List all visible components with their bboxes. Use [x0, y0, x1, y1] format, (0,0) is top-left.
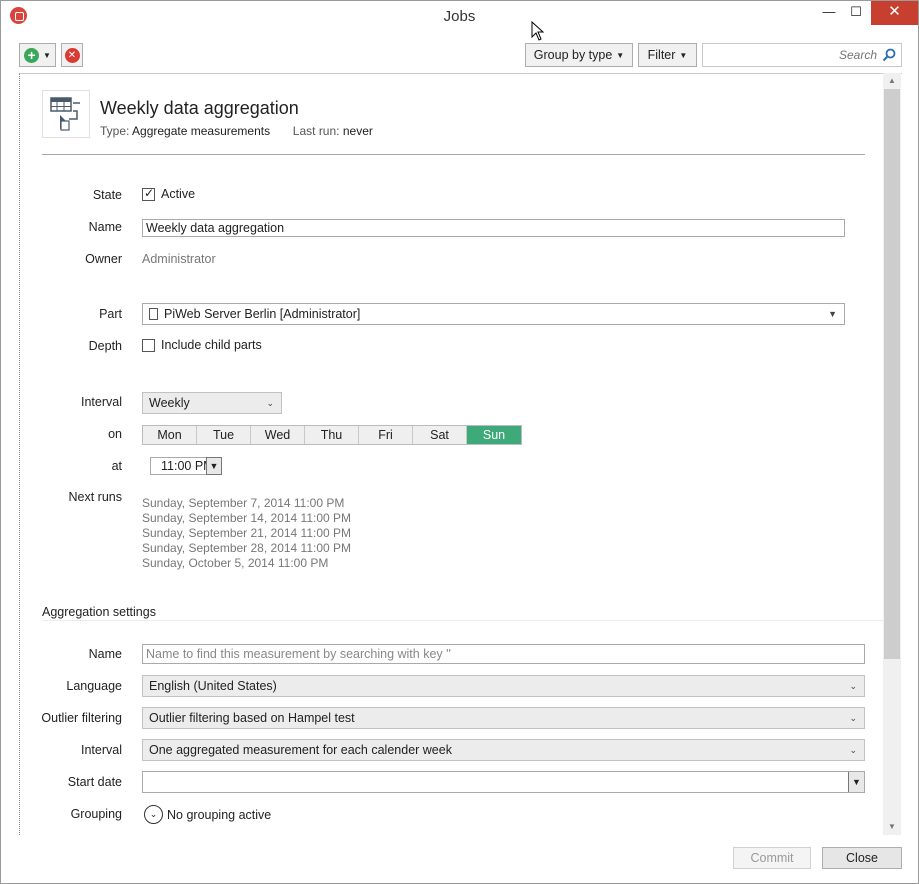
aggregation-interval-label: Interval	[81, 743, 122, 757]
next-run-item: Sunday, September 14, 2014 11:00 PM	[142, 511, 352, 525]
add-job-button[interactable]: + ▼	[19, 43, 56, 67]
day-button-wed[interactable]: Wed	[251, 426, 305, 444]
day-button-fri[interactable]: Fri	[359, 426, 413, 444]
state-label: State	[92, 188, 122, 202]
aggregation-interval-dropdown[interactable]: One aggregated measurement for each cale…	[142, 739, 865, 761]
job-meta: Type: Aggregate measurements Last run: n…	[100, 124, 373, 138]
toolbar: + ▼ ✕ Group by type ▼ Filter ▼	[1, 39, 918, 73]
mouse-cursor-icon	[531, 21, 545, 41]
close-button[interactable]: Close	[822, 847, 902, 869]
scroll-down-icon[interactable]: ▼	[883, 819, 901, 835]
chevron-down-icon: ▼	[616, 50, 625, 60]
outlier-filtering-label: Outlier filtering	[41, 711, 122, 725]
maximize-button[interactable]: ☐	[841, 1, 871, 25]
next-runs-list: Sunday, September 7, 2014 11:00 PM Sunda…	[142, 496, 351, 571]
next-run-item: Sunday, September 7, 2014 11:00 PM	[142, 496, 345, 510]
plus-icon: +	[24, 47, 40, 63]
group-by-label: Group by type	[533, 48, 613, 62]
grouping-label: Grouping	[70, 807, 122, 821]
aggregate-job-icon	[42, 90, 90, 138]
minimize-button[interactable]: —	[814, 1, 844, 25]
language-dropdown[interactable]: English (United States) ⌄	[142, 675, 865, 697]
next-run-item: Sunday, September 21, 2014 11:00 PM	[142, 526, 352, 540]
chevron-down-icon: ⌄	[849, 681, 857, 691]
day-button-mon[interactable]: Mon	[143, 426, 197, 444]
grouping-value: No grouping active	[167, 808, 272, 822]
dialog-footer: Commit Close	[1, 835, 918, 883]
chevron-down-icon: ⌄	[849, 745, 857, 755]
job-name-input[interactable]: Weekly data aggregation	[142, 219, 845, 237]
group-by-type-button[interactable]: Group by type ▼	[525, 43, 633, 67]
on-label: on	[108, 427, 122, 441]
day-button-sun[interactable]: Sun	[467, 426, 521, 444]
chevron-down-icon: ⌄	[849, 713, 857, 723]
day-button-sat[interactable]: Sat	[413, 426, 467, 444]
include-child-parts-label: Include child parts	[161, 338, 262, 352]
interval-label: Interval	[81, 395, 122, 409]
expand-grouping-icon[interactable]: ⌄	[144, 805, 163, 824]
weekday-selector: Mon Tue Wed Thu Fri Sat Sun	[142, 425, 522, 445]
part-dropdown[interactable]: PiWeb Server Berlin [Administrator] ▼	[142, 303, 845, 325]
day-button-tue[interactable]: Tue	[197, 426, 251, 444]
jobs-window: Jobs — ☐ ✕ + ▼ ✕ Group by type ▼ Filter …	[0, 0, 919, 884]
scroll-up-icon[interactable]: ▲	[883, 73, 901, 89]
search-icon[interactable]	[882, 48, 896, 62]
last-run-label: Last run:	[292, 124, 340, 138]
active-label: Active	[161, 187, 196, 201]
aggregation-name-input[interactable]: Name to find this measurement by searchi…	[142, 644, 865, 664]
at-label: at	[111, 459, 122, 473]
active-checkbox[interactable]	[142, 186, 155, 201]
delete-icon: ✕	[64, 47, 80, 63]
interval-dropdown[interactable]: Weekly ⌄	[142, 392, 282, 414]
last-run-value: never	[342, 124, 373, 138]
section-divider	[42, 620, 885, 621]
day-button-thu[interactable]: Thu	[305, 426, 359, 444]
owner-value: Administrator	[142, 252, 216, 266]
aggregation-section-title: Aggregation settings	[42, 605, 156, 619]
job-detail-panel: Weekly data aggregation Type: Aggregate …	[19, 73, 902, 835]
chevron-down-icon: ▼	[209, 461, 219, 471]
outlier-filtering-value: Outlier filtering based on Hampel test	[149, 711, 355, 725]
job-title: Weekly data aggregation	[100, 98, 299, 118]
chevron-down-icon: ▼	[679, 50, 688, 60]
next-run-item: Sunday, September 28, 2014 11:00 PM	[142, 541, 352, 555]
scroll-thumb[interactable]	[884, 89, 900, 659]
header-divider	[42, 154, 865, 155]
language-label: Language	[66, 679, 122, 693]
vertical-scrollbar[interactable]: ▲ ▼	[883, 73, 901, 835]
part-label: Part	[99, 307, 122, 321]
calendar-dropdown-button[interactable]: ▼	[848, 772, 864, 792]
outlier-filtering-dropdown[interactable]: Outlier filtering based on Hampel test ⌄	[142, 707, 865, 729]
next-runs-label: Next runs	[68, 490, 123, 504]
name-label: Name	[88, 220, 122, 234]
part-value: PiWeb Server Berlin [Administrator]	[164, 307, 361, 321]
window-close-button[interactable]: ✕	[871, 1, 918, 25]
next-run-item: Sunday, October 5, 2014 11:00 PM	[142, 556, 329, 570]
window-title: Jobs	[443, 8, 476, 25]
aggregation-interval-value: One aggregated measurement for each cale…	[149, 743, 452, 757]
title-bar: Jobs — ☐ ✕	[1, 1, 918, 41]
filter-label: Filter	[647, 48, 676, 62]
filter-button[interactable]: Filter ▼	[638, 43, 697, 67]
start-date-picker[interactable]: ▼	[142, 771, 865, 793]
language-value: English (United States)	[149, 679, 277, 693]
search-box	[702, 43, 902, 67]
commit-button[interactable]: Commit	[733, 847, 811, 869]
depth-label: Depth	[88, 339, 122, 353]
aggregation-name-label: Name	[88, 647, 122, 661]
time-dropdown-button[interactable]: ▼	[206, 457, 222, 475]
chevron-down-icon: ▼	[43, 50, 51, 60]
owner-label: Owner	[85, 252, 122, 266]
interval-value: Weekly	[149, 396, 190, 410]
include-child-parts-checkbox[interactable]	[142, 339, 155, 352]
start-date-label: Start date	[67, 775, 122, 789]
chevron-down-icon: ▼	[828, 309, 837, 319]
search-input[interactable]	[707, 46, 877, 64]
chevron-down-icon: ⌄	[266, 398, 274, 408]
server-icon	[149, 308, 158, 320]
delete-job-button[interactable]: ✕	[61, 43, 83, 67]
type-value: Aggregate measurements	[132, 124, 271, 138]
type-label: Type:	[100, 124, 130, 138]
